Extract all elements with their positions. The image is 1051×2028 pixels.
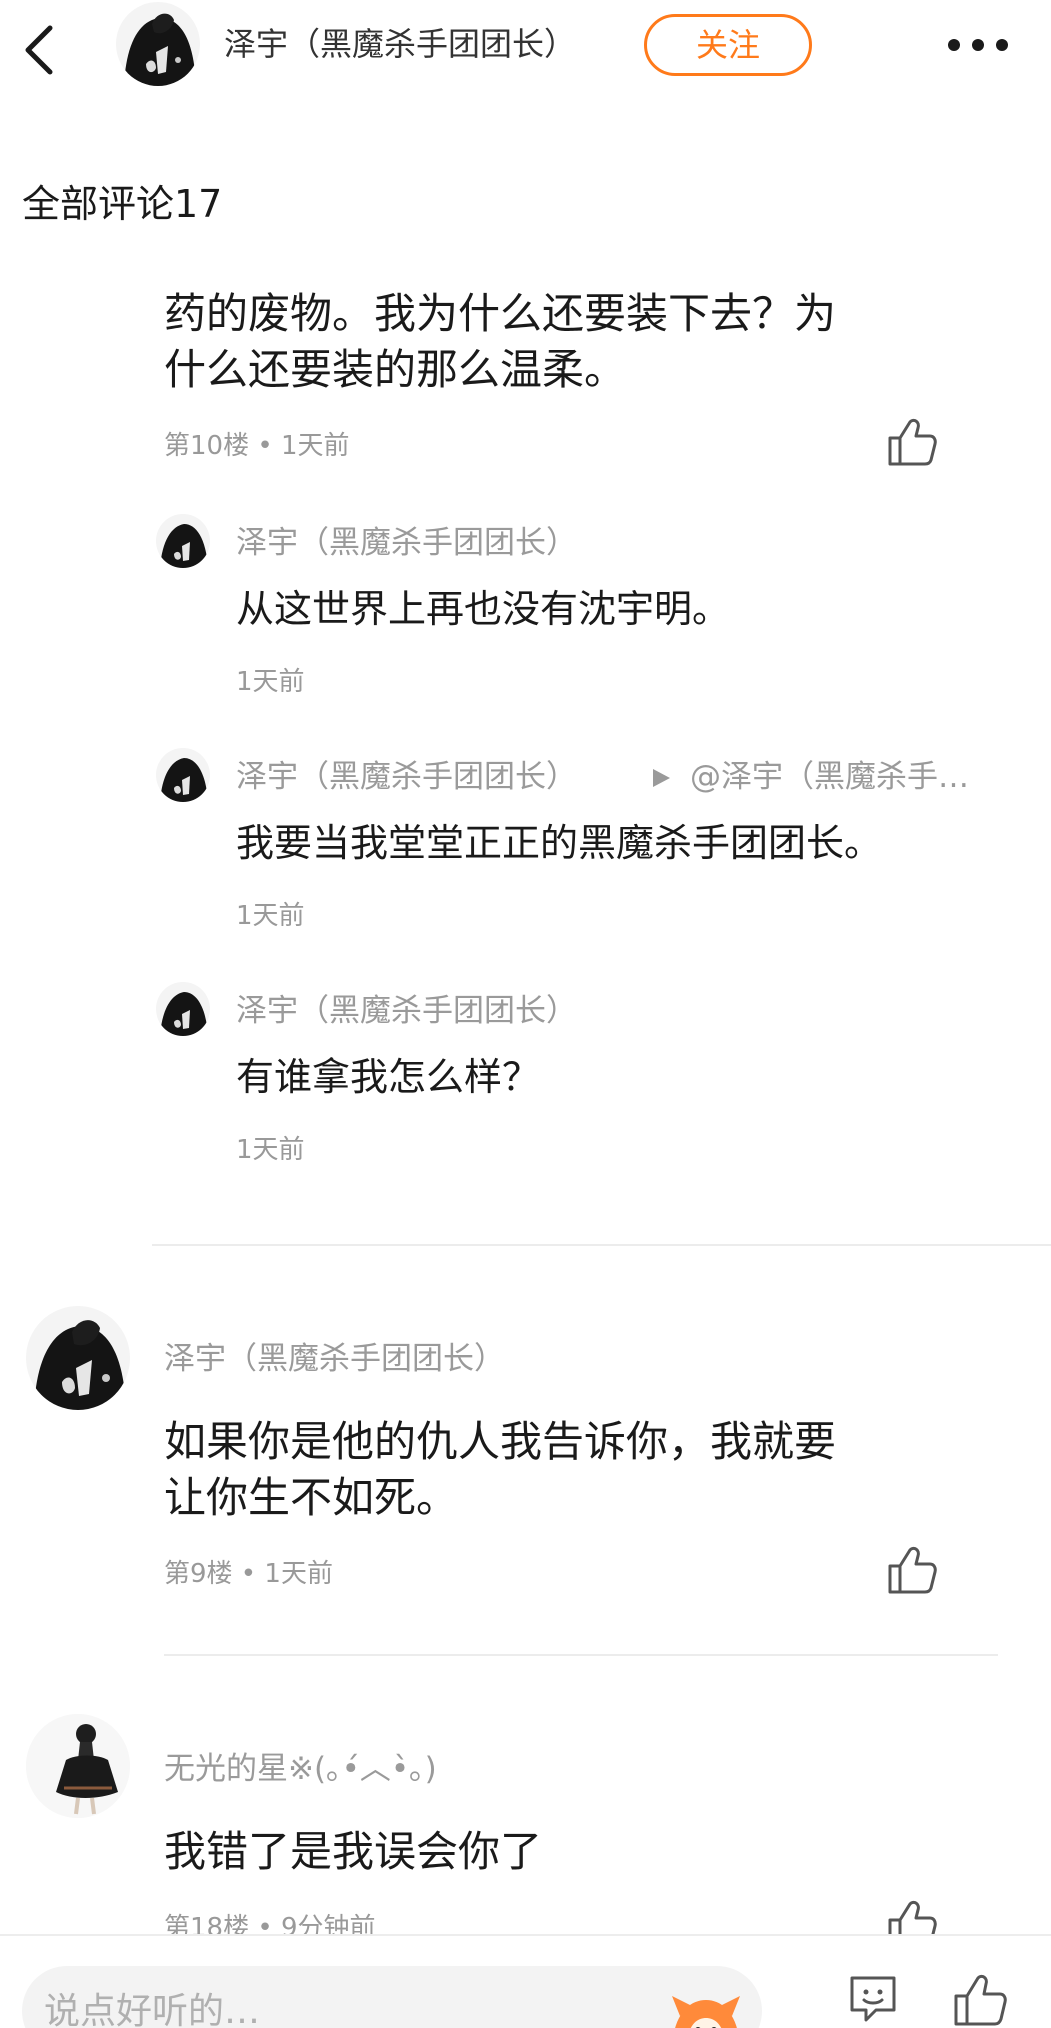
reply-avatar[interactable] [156, 982, 210, 1036]
reply-text: 我要当我堂堂正正的黑魔杀手团团长。 [236, 821, 883, 865]
thumbs-up-icon[interactable] [950, 1972, 1010, 2028]
emoji-icon[interactable] [846, 1972, 900, 2026]
more-dots-icon[interactable] [946, 30, 1010, 60]
reply-time: 1天前 [236, 901, 305, 931]
mascot-icon [672, 1996, 740, 2028]
comment-text-line: 药的废物。我为什么还要装下去？为 [164, 289, 837, 338]
comment-divider [164, 1654, 998, 1656]
reply-author-name[interactable]: 泽宇（黑魔杀手团团长） [236, 520, 577, 566]
comment-text-line: 如果你是他的仇人我告诉你，我就要 [164, 1417, 837, 1466]
thumbs-up-icon[interactable] [884, 414, 940, 470]
commenter-name[interactable]: 泽宇（黑魔杀手团团长） [164, 1336, 505, 1382]
reply-time: 1天前 [236, 667, 305, 697]
comment-text: 我错了是我误会你了 [164, 1827, 543, 1876]
comment-input-placeholder[interactable]: 说点好听的… [44, 1988, 260, 2028]
comment-meta: 第9楼 • 1天前 [164, 1559, 333, 1589]
top-header: 泽宇（黑魔杀手团团长） 关注 [0, 0, 1051, 92]
reply-text: 从这世界上再也没有沈宇明。 [236, 587, 731, 631]
comment-text-line: 什么还要装的那么温柔。 [164, 345, 627, 394]
comment-meta: 第10楼 • 1天前 [164, 431, 350, 461]
reply-avatar[interactable] [156, 514, 210, 568]
author-avatar[interactable] [116, 2, 200, 86]
reply-author-name[interactable]: 泽宇（黑魔杀手团团长） [236, 754, 577, 800]
reply-avatar[interactable] [156, 748, 210, 802]
play-arrow-icon [653, 769, 670, 787]
reply-author-name[interactable]: 泽宇（黑魔杀手团团长） [236, 988, 577, 1034]
comment-divider [152, 1244, 1051, 1246]
comment-text-line: 让你生不如死。 [164, 1473, 459, 1522]
reply-time: 1天前 [236, 1135, 305, 1165]
commenter-avatar[interactable] [26, 1714, 130, 1818]
commenter-avatar[interactable] [26, 1306, 130, 1410]
thumbs-up-icon[interactable] [884, 1542, 940, 1598]
comments-count-title: 全部评论17 [22, 182, 223, 226]
reply-text: 有谁拿我怎么样？ [236, 1055, 541, 1099]
back-chevron-icon[interactable] [18, 22, 62, 78]
follow-button[interactable]: 关注 [644, 14, 812, 76]
commenter-name[interactable]: 无光的星※(｡•́︿•̀｡) [164, 1746, 437, 1792]
author-name[interactable]: 泽宇（黑魔杀手团团长） [224, 20, 576, 68]
reply-to-mention[interactable]: @泽宇（黑魔杀手… [690, 754, 1008, 800]
